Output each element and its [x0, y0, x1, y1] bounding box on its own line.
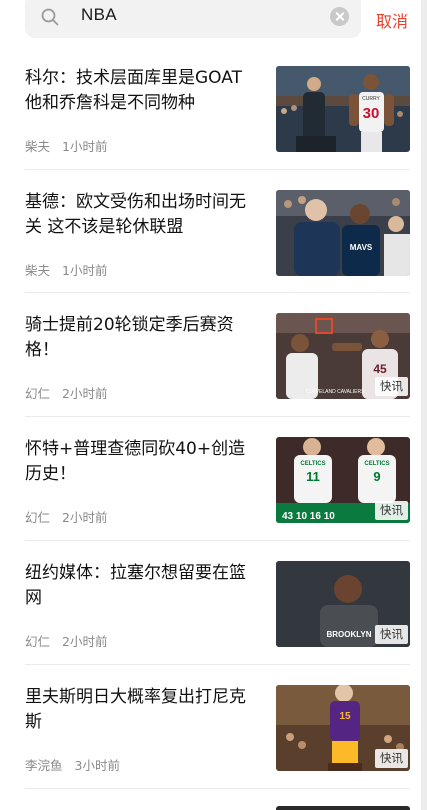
news-meta: 幻仁 2小时前	[25, 383, 107, 402]
news-title[interactable]: 怀特+普理查德同砍40+创造历史！	[25, 437, 257, 487]
page-edge	[421, 0, 427, 810]
divider	[25, 664, 410, 665]
news-title[interactable]: 纽约媒体：拉塞尔想留要在篮网	[25, 561, 257, 611]
jersey-text: BROOKLYN	[326, 630, 371, 639]
flash-news-badge: 快讯	[375, 377, 408, 396]
search-bar[interactable]: NBA	[25, 0, 361, 38]
jersey-number: 15	[339, 711, 351, 722]
news-item[interactable]: 骑士提前20轮锁定季后赛资格！ 幻仁 2小时前 45 CLEVELAND CAVA…	[25, 313, 410, 437]
thumbnail-image: MAVS	[276, 190, 410, 276]
news-meta: 幻仁 2小时前	[25, 631, 107, 650]
next-item-thumbnail-peek[interactable]	[276, 806, 410, 810]
svg-text:45: 45	[373, 362, 387, 376]
news-meta: 柴夫 1小时前	[25, 260, 107, 279]
news-item[interactable]: 怀特+普理查德同砍40+创造历史！ 幻仁 2小时前 CELTICS 11 CELT…	[25, 437, 410, 561]
search-input[interactable]: NBA	[81, 5, 117, 25]
news-thumbnail[interactable]: MAVS	[276, 190, 410, 276]
news-item[interactable]: 科尔：技术层面库里是GOAT 他和乔詹科是不同物种 柴夫 1小时前 CURRY 3…	[25, 66, 410, 190]
score-strip: 43 10 16 10	[282, 511, 335, 522]
thumbnail-image: CURRY 30	[276, 66, 410, 152]
jersey-number: 11	[306, 469, 320, 484]
flash-news-badge: 快讯	[375, 625, 408, 644]
news-meta: 李浣鱼 3小时前	[25, 755, 120, 774]
news-title[interactable]: 基德：欧文受伤和出场时间无关 这不该是轮休联盟	[25, 190, 257, 240]
divider	[25, 416, 410, 417]
news-time: 1小时前	[62, 263, 108, 278]
news-author: 柴夫	[25, 139, 51, 154]
flash-news-badge: 快讯	[375, 501, 408, 520]
news-title[interactable]: 里夫斯明日大概率复出打尼克斯	[25, 685, 257, 735]
news-author: 幻仁	[25, 634, 51, 649]
jersey-text: CELTICS	[364, 461, 389, 467]
news-title[interactable]: 骑士提前20轮锁定季后赛资格！	[25, 313, 257, 363]
news-author: 幻仁	[25, 510, 51, 525]
news-thumbnail[interactable]: BROOKLYN 快讯	[276, 561, 410, 647]
jersey-number: 30	[363, 105, 380, 122]
news-meta: 幻仁 2小时前	[25, 507, 107, 526]
news-thumbnail[interactable]: 15 快讯	[276, 685, 410, 771]
divider	[25, 169, 410, 170]
news-thumbnail[interactable]: CURRY 30	[276, 66, 410, 152]
news-title[interactable]: 科尔：技术层面库里是GOAT 他和乔詹科是不同物种	[25, 66, 257, 116]
flash-news-badge: 快讯	[375, 749, 408, 768]
divider	[25, 540, 410, 541]
search-results-page: NBA 取消 科尔：技术层面库里是GOAT 他和乔詹科是不同物种 柴夫 1小时前	[0, 0, 421, 810]
thumb-caption: CLEVELAND CAVALIERS	[306, 389, 365, 395]
divider	[25, 292, 410, 293]
search-icon	[41, 8, 59, 26]
news-author: 李浣鱼	[25, 758, 63, 773]
news-time: 2小时前	[62, 386, 108, 401]
news-thumbnail[interactable]: 45 CLEVELAND CAVALIERS 快讯	[276, 313, 410, 399]
news-time: 1小时前	[62, 139, 108, 154]
news-author: 柴夫	[25, 263, 51, 278]
divider	[25, 788, 410, 789]
clear-icon[interactable]	[330, 7, 349, 26]
news-author: 幻仁	[25, 386, 51, 401]
news-item[interactable]: 里夫斯明日大概率复出打尼克斯 李浣鱼 3小时前 15 快讯	[25, 685, 410, 809]
jersey-name: CURRY	[362, 96, 380, 102]
news-time: 2小时前	[62, 634, 108, 649]
news-thumbnail[interactable]: CELTICS 11 CELTICS 9 43 10 16 10 快讯	[276, 437, 410, 523]
jersey-text: CELTICS	[300, 461, 325, 467]
news-meta: 柴夫 1小时前	[25, 136, 107, 155]
jersey-text: MAVS	[350, 243, 373, 252]
cancel-button[interactable]: 取消	[376, 8, 408, 32]
news-time: 3小时前	[74, 758, 120, 773]
news-item[interactable]: 纽约媒体：拉塞尔想留要在篮网 幻仁 2小时前 BROOKLYN 快讯	[25, 561, 410, 685]
news-item[interactable]: 基德：欧文受伤和出场时间无关 这不该是轮休联盟 柴夫 1小时前 MAVS	[25, 190, 410, 314]
news-time: 2小时前	[62, 510, 108, 525]
jersey-number: 9	[373, 469, 380, 484]
